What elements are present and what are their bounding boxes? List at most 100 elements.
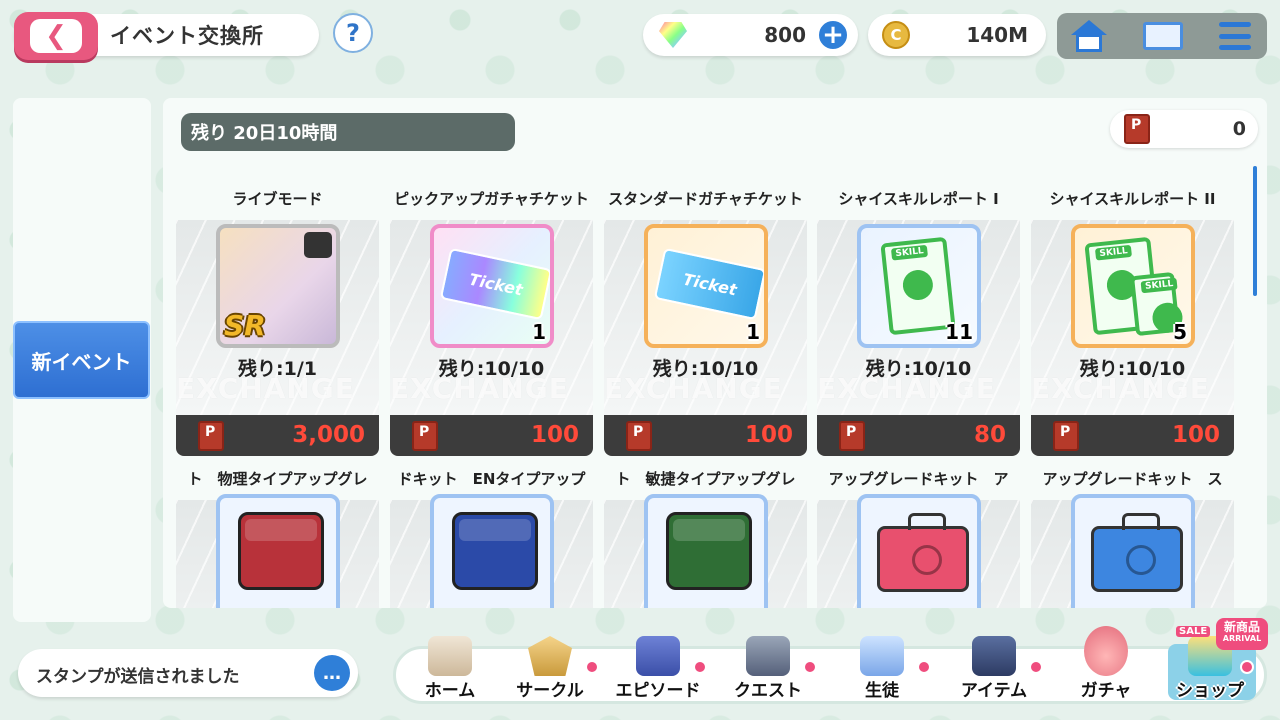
mail-icon — [1143, 22, 1183, 50]
gem-counter: 800 + — [643, 14, 858, 56]
item-name: ト 物理タイプアップグレ — [187, 470, 368, 488]
sr-badge: SR — [224, 309, 266, 342]
green-kit-icon — [666, 512, 752, 590]
remaining-time: 残り 20日10時間 — [181, 113, 515, 151]
mail-button[interactable] — [1139, 19, 1187, 53]
item-name: ト 敏捷タイプアップグレ — [615, 470, 796, 488]
gun-icon — [746, 636, 790, 676]
gem-amount: 800 — [764, 23, 806, 47]
item-remaining: 残り:1/1 — [238, 358, 317, 380]
header-nav-group — [1057, 13, 1267, 59]
exchange-item[interactable]: スタンダードガチャチケット EXCHANGE Ticket 1 残り:10/10… — [604, 188, 807, 456]
item-price: 100 — [604, 415, 807, 456]
price-value: 100 — [530, 422, 579, 448]
price-value: 100 — [744, 422, 793, 448]
bag-icon — [972, 636, 1016, 676]
exchange-item[interactable]: ライブモード EXCHANGE SR 残り:1/1 3,000 — [176, 188, 379, 456]
add-gems-button[interactable]: + — [816, 18, 850, 52]
nav-episode[interactable]: エピソード — [608, 612, 708, 712]
exchange-item[interactable]: ト 敏捷タイプアップグレ — [604, 468, 807, 608]
red-kit-icon — [238, 512, 324, 590]
physical-upgrade-kit-thumbnail — [216, 494, 340, 608]
notification-dot — [585, 660, 599, 674]
exchange-panel: 残り 20日10時間 0 ライブモード EXCHANGE SR 残り:1/1 3… — [163, 98, 1267, 608]
menu-icon — [1219, 22, 1251, 50]
nav-students[interactable]: 生徒 — [832, 612, 932, 712]
scrollbar[interactable] — [1253, 166, 1257, 296]
standard-ticket-thumbnail: Ticket 1 — [644, 224, 768, 348]
exchange-item[interactable]: ト 物理タイプアップグレ — [176, 468, 379, 608]
school-building-icon — [428, 636, 472, 676]
item-quantity: 11 — [945, 320, 973, 344]
nav-label: エピソード — [615, 681, 701, 701]
ticket-icon: Ticket — [439, 247, 550, 321]
new-arrival-badge: 新商品 ARRIVAL — [1216, 618, 1268, 650]
nav-items[interactable]: アイテム — [944, 612, 1044, 712]
character-icon — [1084, 626, 1128, 676]
back-button[interactable]: ❮ — [14, 12, 98, 60]
price-point-icon — [839, 421, 865, 451]
exchange-item[interactable]: アップグレードキット ス — [1031, 468, 1234, 608]
home-button[interactable] — [1065, 19, 1113, 53]
item-price: 3,000 — [176, 415, 379, 456]
item-quantity: 1 — [532, 320, 546, 344]
price-value: 3,000 — [292, 422, 365, 448]
book-pen-icon — [636, 636, 680, 676]
menu-button[interactable] — [1211, 19, 1259, 53]
item-name: ライブモード — [232, 190, 323, 208]
price-value: 100 — [1171, 422, 1220, 448]
gem-icon — [659, 22, 687, 48]
nav-home[interactable]: ホーム — [400, 612, 500, 712]
help-button[interactable]: ? — [333, 13, 373, 53]
coin-amount: 140M — [966, 23, 1028, 47]
blue-chest-icon — [1091, 513, 1183, 592]
item-quantity: 1 — [746, 320, 760, 344]
notification-dot — [1240, 660, 1254, 674]
nav-label: 生徒 — [865, 681, 899, 701]
price-point-icon — [412, 421, 438, 451]
tab-new-event[interactable]: 新イベント — [13, 321, 150, 399]
item-name: アップグレードキット ス — [1042, 470, 1223, 488]
nav-label: ガチャ — [1080, 681, 1132, 701]
item-name: ピックアップガチャチケット — [394, 190, 589, 208]
item-price: 100 — [1031, 415, 1234, 456]
event-point-amount: 0 — [1232, 118, 1246, 140]
notification-dot — [917, 660, 931, 674]
id-card-icon — [860, 636, 904, 676]
stamp-notification: スタンプが送信されました … — [18, 649, 358, 697]
price-value: 80 — [973, 422, 1006, 448]
item-name: ドキット ENタイプアップ — [397, 470, 586, 488]
nav-circle[interactable]: サークル — [500, 612, 600, 712]
item-name: シャイスキルレポート I — [838, 190, 999, 208]
exchange-item[interactable]: シャイスキルレポート I EXCHANGE 11 残り:10/10 80 — [817, 188, 1020, 456]
nav-label: ホーム — [424, 681, 476, 701]
price-point-icon — [1053, 421, 1079, 451]
ticket-icon: Ticket — [653, 247, 764, 321]
nav-label: ショップ — [1176, 681, 1244, 701]
upgrade-kit-thumbnail — [1071, 494, 1195, 608]
nav-quest[interactable]: クエスト — [718, 612, 818, 712]
item-name: シャイスキルレポート II — [1049, 190, 1216, 208]
price-point-icon — [198, 421, 224, 451]
agility-upgrade-kit-thumbnail — [644, 494, 768, 608]
nav-gacha[interactable]: ガチャ — [1056, 612, 1156, 712]
event-points: 0 — [1110, 110, 1258, 148]
home-icon — [1070, 20, 1108, 52]
notification-dot — [693, 660, 707, 674]
notification-dot — [1029, 660, 1043, 674]
exchange-item[interactable]: アップグレードキット ア — [817, 468, 1020, 608]
coin-counter: C 140M — [868, 14, 1046, 56]
exchange-item[interactable]: ピックアップガチャチケット EXCHANGE Ticket 1 残り:10/10… — [390, 188, 593, 456]
skill-report-2-thumbnail: 5 — [1071, 224, 1195, 348]
item-remaining: 残り:10/10 — [865, 358, 972, 380]
item-quantity: 5 — [1173, 320, 1187, 344]
new-arrival-text: 新商品 — [1223, 620, 1260, 634]
chat-bubble-button[interactable]: … — [314, 655, 350, 691]
en-upgrade-kit-thumbnail — [430, 494, 554, 608]
crest-icon — [528, 636, 572, 676]
exchange-item[interactable]: シャイスキルレポート II EXCHANGE 5 残り:10/10 100 — [1031, 188, 1234, 456]
event-point-icon — [1124, 114, 1150, 144]
exchange-item[interactable]: ドキット ENタイプアップ — [390, 468, 593, 608]
stamp-message: スタンプが送信されました — [36, 667, 240, 687]
nav-label: クエスト — [734, 681, 802, 701]
